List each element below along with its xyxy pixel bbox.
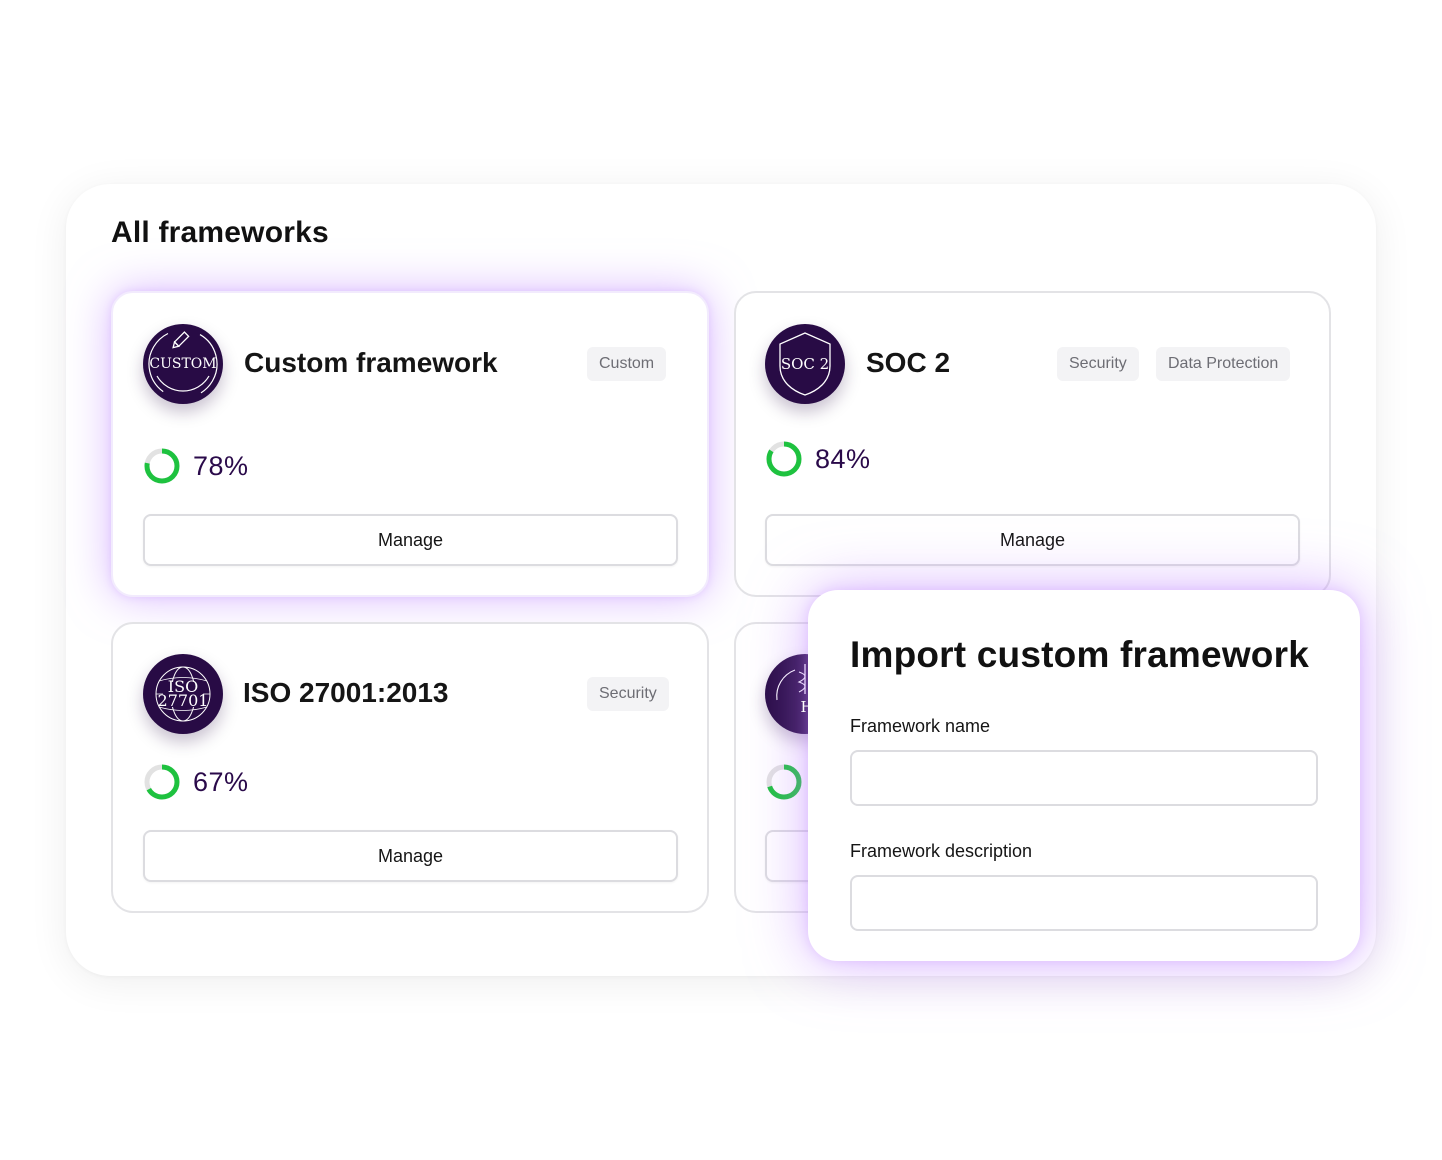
progress-ring [766,441,802,477]
dialog-title: Import custom framework [850,634,1309,675]
progress-ring [144,448,180,484]
badge-label: HIP [800,698,830,716]
framework-card-custom[interactable]: CUSTOM Custom framework Custom 78% Manag… [111,291,709,597]
progress-value: 67% [193,766,249,797]
manage-button[interactable]: Manage [765,514,1300,566]
tag-custom: Custom [587,347,667,381]
import-custom-framework-dialog: Import custom framework Framework name F… [808,590,1360,961]
progress-indicator: 84% [765,440,871,478]
iso-badge: ISO 27701 [143,654,223,734]
custom-badge: CUSTOM [143,324,223,404]
progress-ring [144,764,180,800]
tag-data-protection: Data Protection [1156,347,1291,381]
framework-name: SOC 2 [866,347,951,378]
framework-card-iso27001[interactable]: ISO 27701 ISO 27001:2013 Security 67% Ma… [111,622,709,913]
stage: All frameworks CUSTOM Custom framework C… [0,0,1442,1160]
badge-label-line2: 27701 [157,691,209,710]
soc2-badge: SOC 2 [765,324,845,404]
tag-security: Security [1057,347,1139,381]
manage-button[interactable]: Manage [143,830,678,882]
framework-card-soc2[interactable]: SOC 2 SOC 2 Security Data Protection 84%… [734,291,1331,597]
tag-security: Security [587,677,669,711]
framework-description-label: Framework description [850,841,1033,861]
framework-name-label: Framework name [850,716,991,736]
badge-label: CUSTOM [149,356,217,372]
progress-indicator: 67% [143,763,249,801]
progress-indicator: 78% [143,447,249,485]
framework-name: ISO 27001:2013 [243,677,449,708]
manage-button[interactable]: Manage [143,514,678,566]
progress-ring [766,764,802,800]
framework-description-input[interactable] [850,875,1318,931]
progress-indicator [765,763,803,801]
framework-name: Custom framework [244,347,498,378]
progress-value: 84% [815,443,871,474]
framework-name-input[interactable] [850,750,1318,806]
page-title: All frameworks [111,216,329,249]
progress-value: 78% [193,450,249,481]
badge-label: SOC 2 [780,355,830,373]
badge-label: ISO 27701 [157,679,209,710]
